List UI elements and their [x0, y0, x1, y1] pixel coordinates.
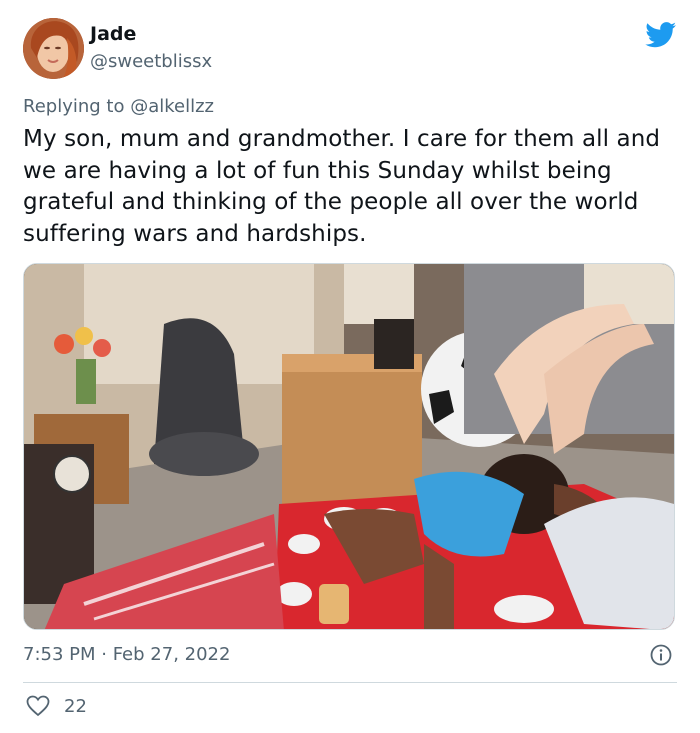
author-handle[interactable]: @sweetblissx	[90, 51, 212, 72]
divider	[23, 682, 677, 683]
info-icon[interactable]	[650, 644, 672, 666]
tweet-photo[interactable]	[23, 263, 675, 630]
avatar-image	[23, 18, 84, 79]
tweet-timestamp[interactable]: 7:53 PM · Feb 27, 2022	[23, 644, 230, 665]
like-count: 22	[64, 696, 87, 717]
tweet-text: My son, mum and grandmother. I care for …	[23, 126, 661, 247]
avatar[interactable]	[23, 18, 84, 79]
twitter-bird-icon[interactable]	[645, 22, 677, 48]
photo-image	[24, 264, 674, 629]
reply-mention-link[interactable]: @alkellzz	[130, 96, 214, 117]
replying-prefix: Replying to	[23, 96, 125, 117]
author-display-name[interactable]: Jade	[90, 23, 136, 45]
replying-to: Replying to @alkellzz	[23, 96, 214, 117]
heart-icon[interactable]	[26, 695, 50, 717]
